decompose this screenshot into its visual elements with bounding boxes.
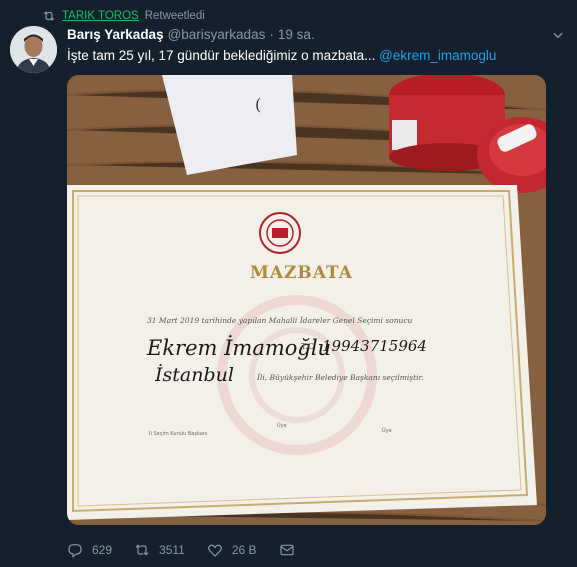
- tweet-body: İşte tam 25 yıl, 17 gündür beklediğimiz …: [67, 48, 380, 63]
- reply-icon: [68, 544, 82, 558]
- avatar[interactable]: [10, 26, 57, 73]
- mention-link[interactable]: @ekrem_imamoglu: [379, 48, 496, 63]
- retweet-context: TARIK TOROS Retweetledi: [42, 8, 205, 24]
- separator: ·: [269, 27, 274, 42]
- author-handle[interactable]: @barisyarkadas: [168, 27, 266, 42]
- tweet-photo[interactable]: ( MAZBATA 31 Mart 2019 tarihinde yapılan…: [67, 75, 546, 525]
- doc-sig-member2: Üye: [382, 427, 392, 434]
- reply-button[interactable]: 629: [67, 542, 112, 558]
- message-button[interactable]: [279, 542, 295, 558]
- tweet-actions: 629 3511 26 B: [67, 540, 317, 560]
- doc-tc-label: T.C.: [301, 342, 316, 351]
- like-icon: [207, 544, 222, 557]
- message-icon: [279, 544, 294, 556]
- doc-title: MAZBATA: [250, 263, 353, 283]
- mazbata-photo: ( MAZBATA 31 Mart 2019 tarihinde yapılan…: [67, 75, 546, 525]
- like-button[interactable]: 26 B: [207, 542, 257, 558]
- reply-count: 629: [92, 543, 113, 557]
- chevron-down-icon[interactable]: [551, 28, 565, 42]
- doc-handwritten-city: İstanbul: [154, 363, 234, 386]
- tweet-time[interactable]: 19 sa.: [278, 27, 315, 42]
- retweeted-label: Retweetledi: [144, 10, 205, 22]
- like-count: 26 B: [231, 543, 257, 557]
- retweet-count: 3511: [159, 543, 185, 557]
- doc-sig-chair: İl Seçim Kurulu Başkanı: [149, 430, 207, 437]
- svg-text:(: (: [255, 95, 261, 114]
- doc-line1: 31 Mart 2019 tarihinde yapılan Mahalli İ…: [147, 316, 413, 325]
- author-name[interactable]: Barış Yarkadaş: [67, 27, 164, 42]
- doc-tc-number: 19943715964: [322, 337, 427, 355]
- tweet-text: İşte tam 25 yıl, 17 gündür beklediğimiz …: [67, 48, 567, 63]
- tweet-header: Barış Yarkadaş @barisyarkadas · 19 sa.: [67, 27, 547, 42]
- doc-sig-member1: Üye: [277, 422, 287, 429]
- retweet-icon: [43, 11, 55, 21]
- doc-line3: İli, Büyükşehir Belediye Başkanı seçilmi…: [256, 373, 424, 382]
- avatar-image: [10, 26, 57, 73]
- retweet-button[interactable]: 3511: [134, 542, 185, 558]
- retweet-icon: [135, 544, 149, 556]
- retweeter-link[interactable]: TARIK TOROS: [62, 10, 139, 22]
